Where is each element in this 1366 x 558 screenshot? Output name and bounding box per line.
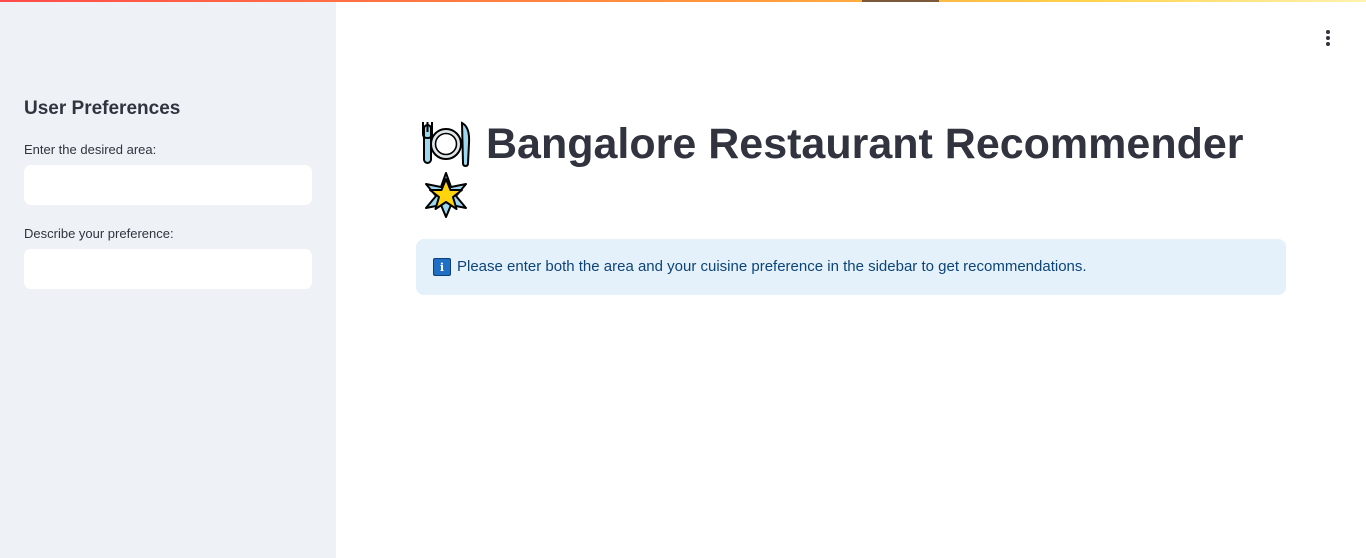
area-input[interactable] (24, 165, 312, 205)
plate-with-cutlery-icon (422, 121, 471, 168)
area-field-label: Enter the desired area: (24, 142, 157, 157)
info-message: Please enter both the area and your cuis… (457, 258, 1087, 275)
main-content: Bangalore Restaurant Recommender i Pleas… (336, 0, 1366, 558)
page-title: Bangalore Restaurant Recommender (486, 120, 1244, 168)
info-alert: i Please enter both the area and your cu… (416, 239, 1286, 295)
kebab-menu-icon-dot (1326, 36, 1330, 40)
sidebar: User Preferences Enter the desired area:… (0, 0, 336, 558)
app-root: User Preferences Enter the desired area:… (0, 0, 1366, 558)
main-menu-button[interactable] (1316, 26, 1340, 50)
kebab-menu-icon (1326, 30, 1330, 34)
running-indicator (862, 0, 939, 2)
preference-field-label: Describe your preference: (24, 226, 174, 241)
top-decoration-stripe (0, 0, 1366, 2)
glowing-star-icon (425, 172, 467, 218)
kebab-menu-icon-dot (1326, 42, 1330, 46)
info-icon: i (433, 258, 451, 276)
preference-input[interactable] (24, 249, 312, 289)
sidebar-title: User Preferences (24, 98, 181, 119)
